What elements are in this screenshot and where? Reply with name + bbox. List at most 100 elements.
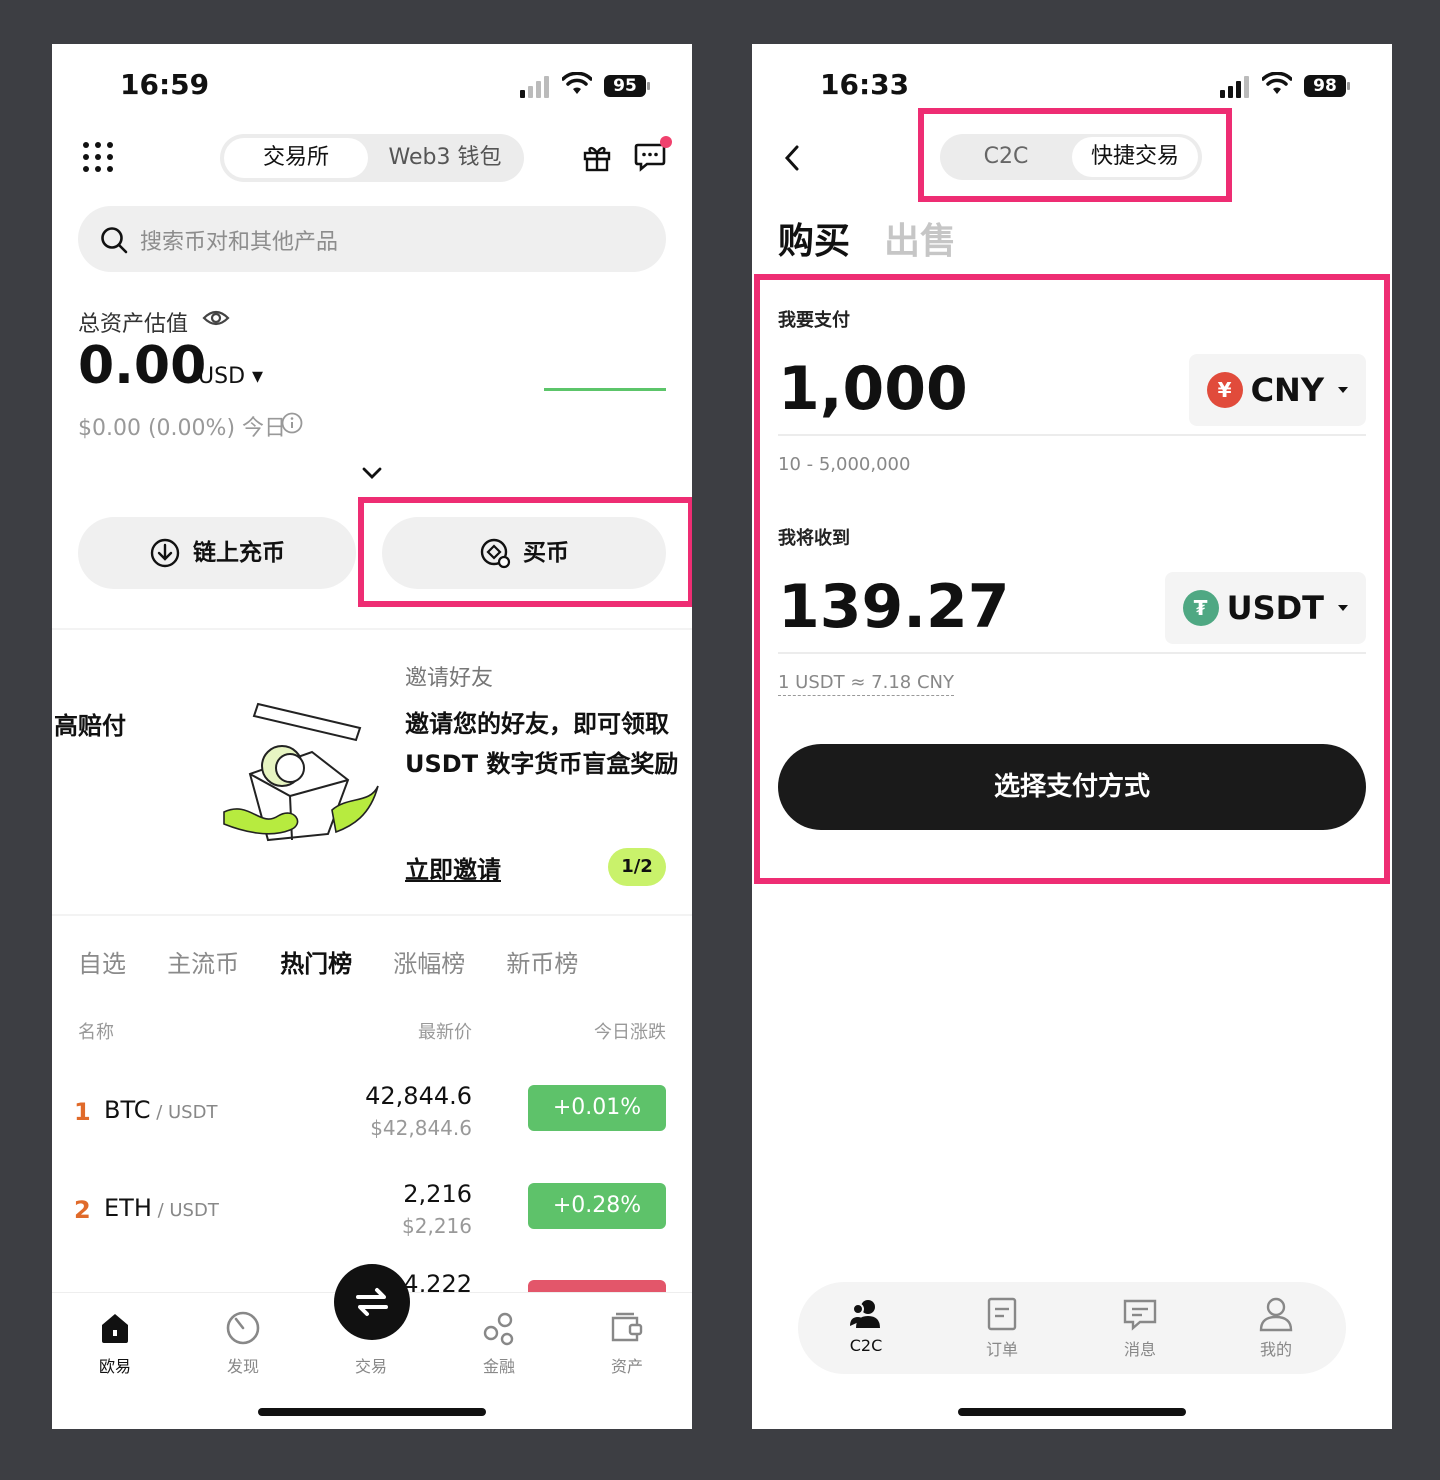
row-symbol: ETH / USDT	[104, 1194, 219, 1222]
onchain-deposit-button[interactable]: 链上充币	[78, 517, 356, 589]
section-divider	[52, 914, 692, 916]
battery-level: 98	[1304, 75, 1346, 97]
search-icon	[101, 227, 128, 254]
battery-level: 95	[604, 75, 646, 97]
bottom-tab-bar: C2C 订单 消息 我的	[798, 1282, 1346, 1374]
c2c-express-switch: C2C 快捷交易	[940, 134, 1202, 180]
tab-hot[interactable]: 热门榜	[280, 944, 352, 979]
tab-sell[interactable]: 出售	[884, 212, 956, 264]
signal-icon	[1220, 76, 1249, 98]
receive-amount: 139.27	[778, 572, 1010, 642]
tab-orders[interactable]: 订单	[952, 1296, 1052, 1360]
battery-tip	[647, 82, 650, 90]
tab-messages-label: 消息	[1123, 1340, 1156, 1359]
gift-icon[interactable]	[582, 142, 612, 172]
assets-sparkline	[544, 388, 666, 391]
tab-buy[interactable]: 购买	[778, 212, 850, 264]
exchange-rate[interactable]: 1 USDT ≈ 7.18 CNY	[778, 672, 954, 696]
row-base: ETH	[104, 1194, 152, 1222]
trade-swap-icon	[356, 1288, 388, 1316]
tab-express-trade[interactable]: 快捷交易	[1072, 137, 1198, 177]
invite-now-link[interactable]: 立即邀请	[405, 850, 501, 885]
tab-messages[interactable]: 消息	[1090, 1296, 1190, 1360]
market-tabs: 自选 主流币 热门榜 涨幅榜 新币榜	[78, 944, 614, 984]
menu-dots-icon[interactable]	[82, 141, 114, 173]
status-time: 16:59	[120, 68, 210, 101]
table-row[interactable]: 1 BTC / USDT 42,844.6 $42,844.6 +0.01%	[52, 1080, 692, 1170]
tab-c2c-home[interactable]: C2C	[816, 1296, 916, 1355]
finance-icon	[483, 1312, 514, 1346]
messages-icon	[1123, 1299, 1157, 1331]
search-placeholder: 搜索币对和其他产品	[140, 230, 339, 255]
promo-title-line-2: USDT 数字货币盲盒奖励	[405, 750, 679, 778]
info-icon[interactable]	[281, 412, 303, 434]
right-phone-screen: 16:33 98 C2C 快捷交易 购买 出售 我要支付 1,000 ¥ CNY …	[752, 44, 1392, 1429]
row-rank: 2	[74, 1196, 91, 1224]
tab-c2c[interactable]: C2C	[944, 137, 1068, 177]
col-header-change: 今日涨跌	[594, 1022, 666, 1043]
tab-assets-label: 资产	[610, 1357, 643, 1376]
notification-dot	[660, 136, 672, 148]
table-row[interactable]: 2 ETH / USDT 2,216 $2,216 +0.28%	[52, 1178, 692, 1268]
receive-underline	[778, 652, 1366, 654]
tab-exchange[interactable]: 交易所	[224, 138, 368, 178]
tab-mainstream[interactable]: 主流币	[167, 944, 239, 979]
left-phone-screen: 16:59 95 交易所 Web3 钱包 搜索币对和其他产品 总资产估值 0.0…	[52, 44, 692, 1429]
exchange-rate-text: 1 USDT ≈ 7.18 CNY	[778, 672, 954, 696]
battery-tip	[1347, 82, 1350, 90]
profile-icon	[1259, 1297, 1293, 1332]
row-symbol: BTC / USDT	[104, 1096, 217, 1124]
search-bar[interactable]: 搜索币对和其他产品	[78, 206, 666, 272]
assets-currency-select[interactable]: USD ▾	[198, 364, 263, 389]
promo-title-line-1: 邀请您的好友，即可领取	[405, 710, 669, 738]
usdt-icon: ₮	[1182, 590, 1219, 626]
tab-discover[interactable]: 发现	[198, 1309, 288, 1377]
col-header-price: 最新价	[418, 1022, 472, 1043]
tab-home[interactable]: 欧易	[70, 1309, 160, 1377]
tab-new-listings[interactable]: 新币榜	[506, 944, 578, 979]
total-assets-value: 0.00	[78, 336, 207, 396]
deposit-label: 链上充币	[193, 540, 285, 566]
tab-finance-label: 金融	[482, 1357, 515, 1376]
tab-web3-wallet[interactable]: Web3 钱包	[370, 138, 520, 178]
pay-amount-input[interactable]: 1,000	[778, 354, 968, 424]
row-price: 42,844.6	[365, 1082, 472, 1110]
receive-currency-select[interactable]: ₮ USDT	[1164, 572, 1366, 644]
row-quote: / USDT	[151, 1200, 219, 1221]
cny-icon: ¥	[1206, 372, 1243, 408]
gift-box-illustration	[223, 702, 379, 842]
back-icon[interactable]	[782, 144, 802, 172]
row-rank: 1	[74, 1098, 91, 1126]
pay-underline	[778, 434, 1366, 436]
assets-currency: USD	[198, 364, 246, 389]
tab-assets[interactable]: 资产	[582, 1309, 672, 1377]
row-quote: / USDT	[150, 1102, 218, 1123]
discover-icon	[226, 1311, 260, 1345]
home-icon	[102, 1314, 128, 1343]
row-change-badge[interactable]: +0.01%	[528, 1085, 666, 1131]
row-change-badge[interactable]: +0.28%	[528, 1183, 666, 1229]
download-icon	[150, 538, 180, 568]
chevron-down-icon[interactable]	[360, 464, 384, 482]
tab-finance[interactable]: 金融	[454, 1309, 544, 1377]
buy-crypto-button[interactable]: 买币	[382, 517, 666, 589]
col-header-name: 名称	[78, 1022, 114, 1043]
tab-me-label: 我的	[1259, 1340, 1292, 1359]
trade-swap-button[interactable]	[334, 1264, 410, 1340]
caret-down-icon	[1338, 605, 1348, 611]
tab-me[interactable]: 我的	[1226, 1296, 1326, 1360]
total-assets-label: 总资产估值	[78, 312, 189, 337]
promo-title: 邀请您的好友，即可领取 USDT 数字货币盲盒奖励	[405, 704, 692, 784]
row-base: BTC	[104, 1096, 151, 1124]
status-bar: 16:59 95	[52, 68, 692, 108]
section-divider	[52, 628, 692, 630]
tab-favorites[interactable]: 自选	[78, 944, 126, 979]
row-fiat-price: $2,216	[402, 1214, 472, 1238]
pay-currency-select[interactable]: ¥ CNY	[1188, 354, 1366, 426]
tab-gainers[interactable]: 涨幅榜	[393, 944, 465, 979]
select-payment-method-button[interactable]: 选择支付方式	[778, 744, 1366, 830]
pay-label: 我要支付	[778, 310, 850, 331]
wallet-icon	[611, 1312, 643, 1342]
eye-icon[interactable]	[202, 306, 230, 330]
c2c-users-icon	[850, 1300, 880, 1328]
